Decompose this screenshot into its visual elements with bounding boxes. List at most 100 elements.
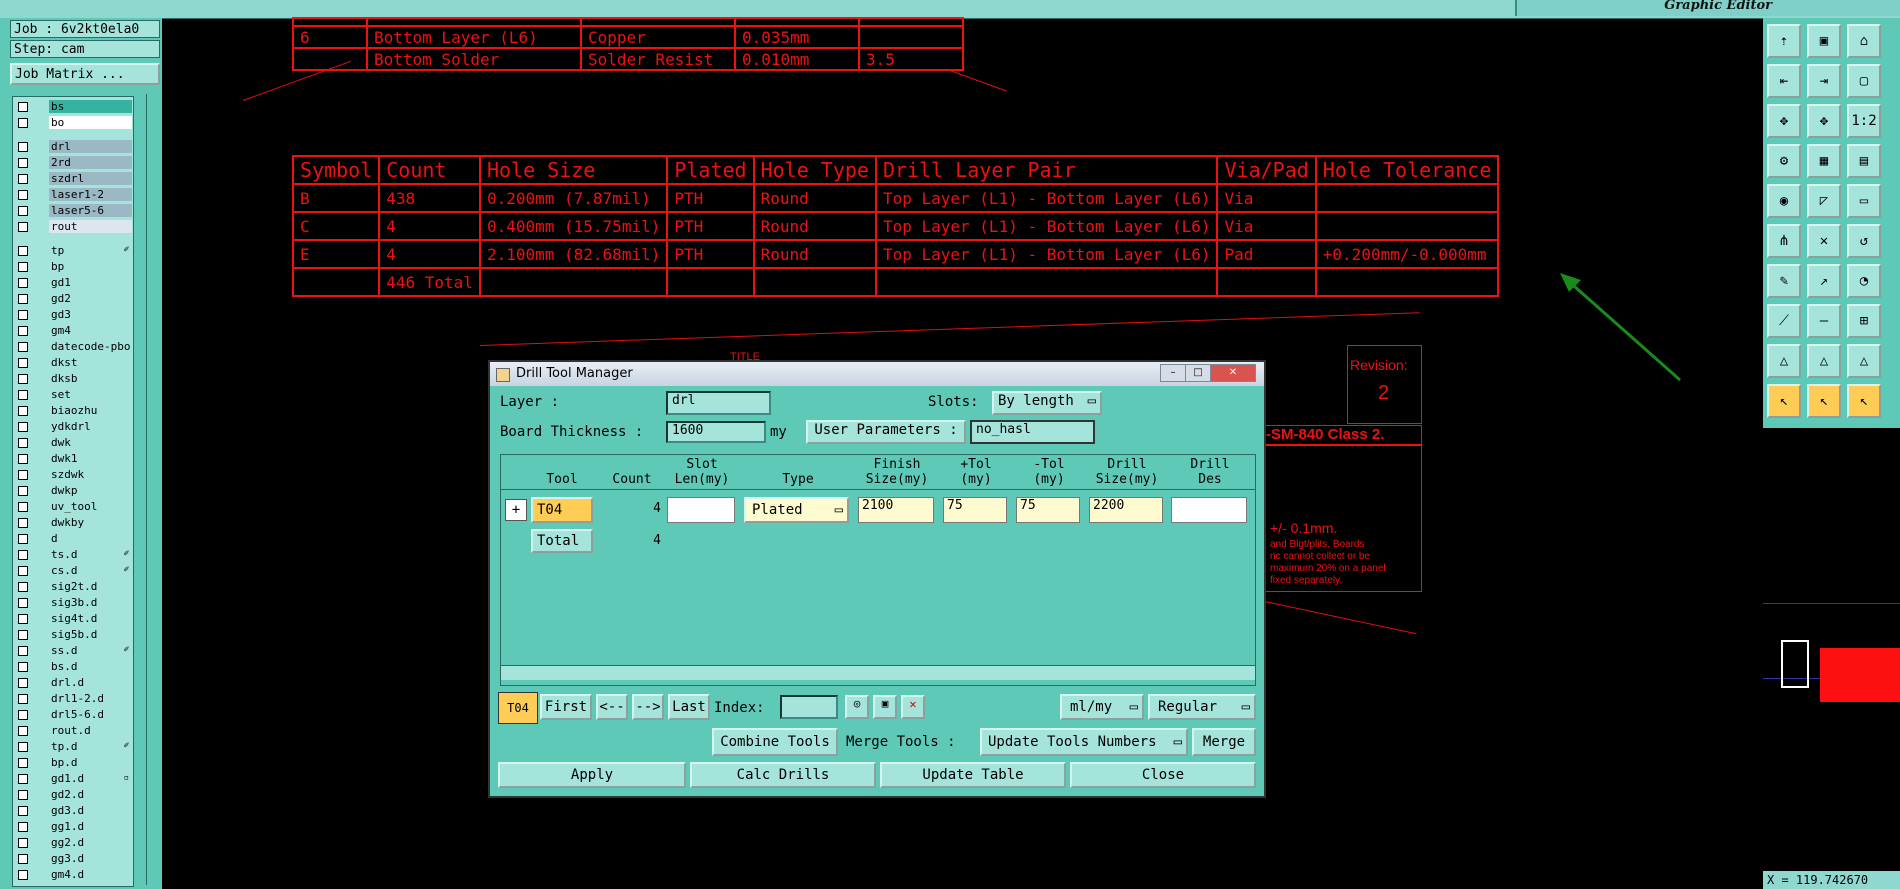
layer-name[interactable]: tp [49,244,132,257]
layer-row[interactable]: bp.d [13,755,133,770]
last-button[interactable]: Last [668,694,710,720]
layer-name[interactable]: bs.d [49,660,132,673]
layer-checkbox[interactable] [18,822,28,832]
layer-row[interactable]: dkst [13,355,133,370]
layer-name[interactable]: dkst [49,356,132,369]
layer-row[interactable]: szdrl [13,171,133,186]
layer-row[interactable]: gd1.d ▫ [13,771,133,786]
layer-name[interactable]: dwk1 [49,452,132,465]
layer-checkbox[interactable] [18,598,28,608]
layer-name[interactable]: rout.d [49,724,132,737]
layer-name[interactable]: datecode-pbo [49,340,132,353]
layer-checkbox[interactable] [18,246,28,256]
layer-checkbox[interactable] [18,454,28,464]
finish-size-field[interactable]: 2100 [858,497,934,523]
plus-tol-field[interactable]: 75 [943,497,1007,523]
layer-row[interactable]: sig2t.d [13,579,133,594]
tool-icon[interactable]: ⇡ [1767,24,1801,58]
layer-checkbox[interactable] [18,326,28,336]
prev-button[interactable]: <-- [596,694,628,720]
layer-name[interactable]: 2rd [49,156,132,169]
layer-checkbox[interactable] [18,374,28,384]
tool-icon[interactable]: ◔ [1847,264,1881,298]
layer-checkbox[interactable] [18,534,28,544]
layer-name[interactable]: biaozhu [49,404,132,417]
user-parameters-button[interactable]: User Parameters : [806,420,966,444]
layer-name[interactable]: gd3 [49,308,132,321]
layer-row[interactable]: set [13,387,133,402]
layer-name[interactable]: gg1.d [49,820,132,833]
update-table-button[interactable]: Update Table [880,762,1066,788]
tool-icon[interactable]: △ [1767,344,1801,378]
layer-name[interactable]: bo [49,116,132,129]
layer-name[interactable]: laser5-6 [49,204,132,217]
delete-icon[interactable]: ✕ [901,695,925,719]
layer-row[interactable]: drl [13,139,133,154]
layer-row[interactable]: gd3.d [13,803,133,818]
mode-dropdown[interactable]: Regular ▭ [1148,694,1256,720]
layer-name[interactable]: gg2.d [49,836,132,849]
layer-name[interactable]: sig2t.d [49,580,132,593]
layer-name[interactable]: dwkby [49,516,132,529]
tool-icon[interactable]: ▢ [1847,64,1881,98]
layer-row[interactable]: rout.d [13,723,133,738]
layer-name[interactable]: szdrl [49,172,132,185]
layer-row[interactable]: ss.d ✐ [13,643,133,658]
layer-row[interactable]: ydkdrl [13,419,133,434]
slot-len-field[interactable] [667,497,735,523]
tool-icon[interactable]: ◉ [1767,184,1801,218]
layer-checkbox[interactable] [18,838,28,848]
bulb-icon[interactable]: ◎ [845,695,869,719]
layer-checkbox[interactable] [18,262,28,272]
tool-icon[interactable]: ⇥ [1807,64,1841,98]
layer-name[interactable]: sig5b.d [49,628,132,641]
tool-icon[interactable]: ⚙ [1767,144,1801,178]
layer-row[interactable]: sig3b.d [13,595,133,610]
layer-checkbox[interactable] [18,406,28,416]
user-parameters-field[interactable]: no_hasl [970,420,1095,444]
tool-icon[interactable]: ↖ [1767,384,1801,418]
layer-row[interactable]: drl.d [13,675,133,690]
layer-name[interactable]: gm4.d [49,868,132,881]
layer-checkbox[interactable] [18,646,28,656]
layer-checkbox[interactable] [18,294,28,304]
layer-row[interactable]: biaozhu [13,403,133,418]
layer-row[interactable]: laser1-2 [13,187,133,202]
tool-icon[interactable]: ⊞ [1847,304,1881,338]
layer-row[interactable]: szdwk [13,467,133,482]
drill-size-field[interactable]: 2200 [1089,497,1163,523]
layer-row[interactable]: laser5-6 [13,203,133,218]
layer-row[interactable]: dwk [13,435,133,450]
layer-row[interactable]: dwkp [13,483,133,498]
layer-checkbox[interactable] [18,158,28,168]
layer-checkbox[interactable] [18,694,28,704]
layer-checkbox[interactable] [18,582,28,592]
layer-row[interactable]: drl5-6.d [13,707,133,722]
layer-name[interactable]: ts.d [49,548,132,561]
calc-drills-button[interactable]: Calc Drills [690,762,876,788]
layer-row[interactable]: bs [13,99,133,114]
layer-name[interactable]: bp.d [49,756,132,769]
layer-checkbox[interactable] [18,142,28,152]
view-icon[interactable]: ▣ [873,695,897,719]
layer-row[interactable]: gg3.d [13,851,133,866]
layer-name[interactable]: szdwk [49,468,132,481]
layer-checkbox[interactable] [18,566,28,576]
layer-name[interactable]: gd1 [49,276,132,289]
update-tools-numbers-dropdown[interactable]: Update Tools Numbers ▭ [980,728,1188,756]
layer-checkbox[interactable] [18,102,28,112]
layer-row[interactable]: bo [13,115,133,130]
tool-icon[interactable]: ⋔ [1767,224,1801,258]
layer-checkbox[interactable] [18,758,28,768]
layer-name[interactable]: drl5-6.d [49,708,132,721]
tool-icon[interactable]: ▤ [1847,144,1881,178]
layer-row[interactable]: 2rd [13,155,133,170]
layer-checkbox[interactable] [18,662,28,672]
layer-name[interactable]: gm4 [49,324,132,337]
layer-checkbox[interactable] [18,438,28,448]
layer-name[interactable]: sig4t.d [49,612,132,625]
tool-icon[interactable]: ▦ [1807,144,1841,178]
layer-row[interactable]: gm4 [13,323,133,338]
type-dropdown[interactable]: Plated ▭ [744,497,849,523]
layer-checkbox[interactable] [18,502,28,512]
